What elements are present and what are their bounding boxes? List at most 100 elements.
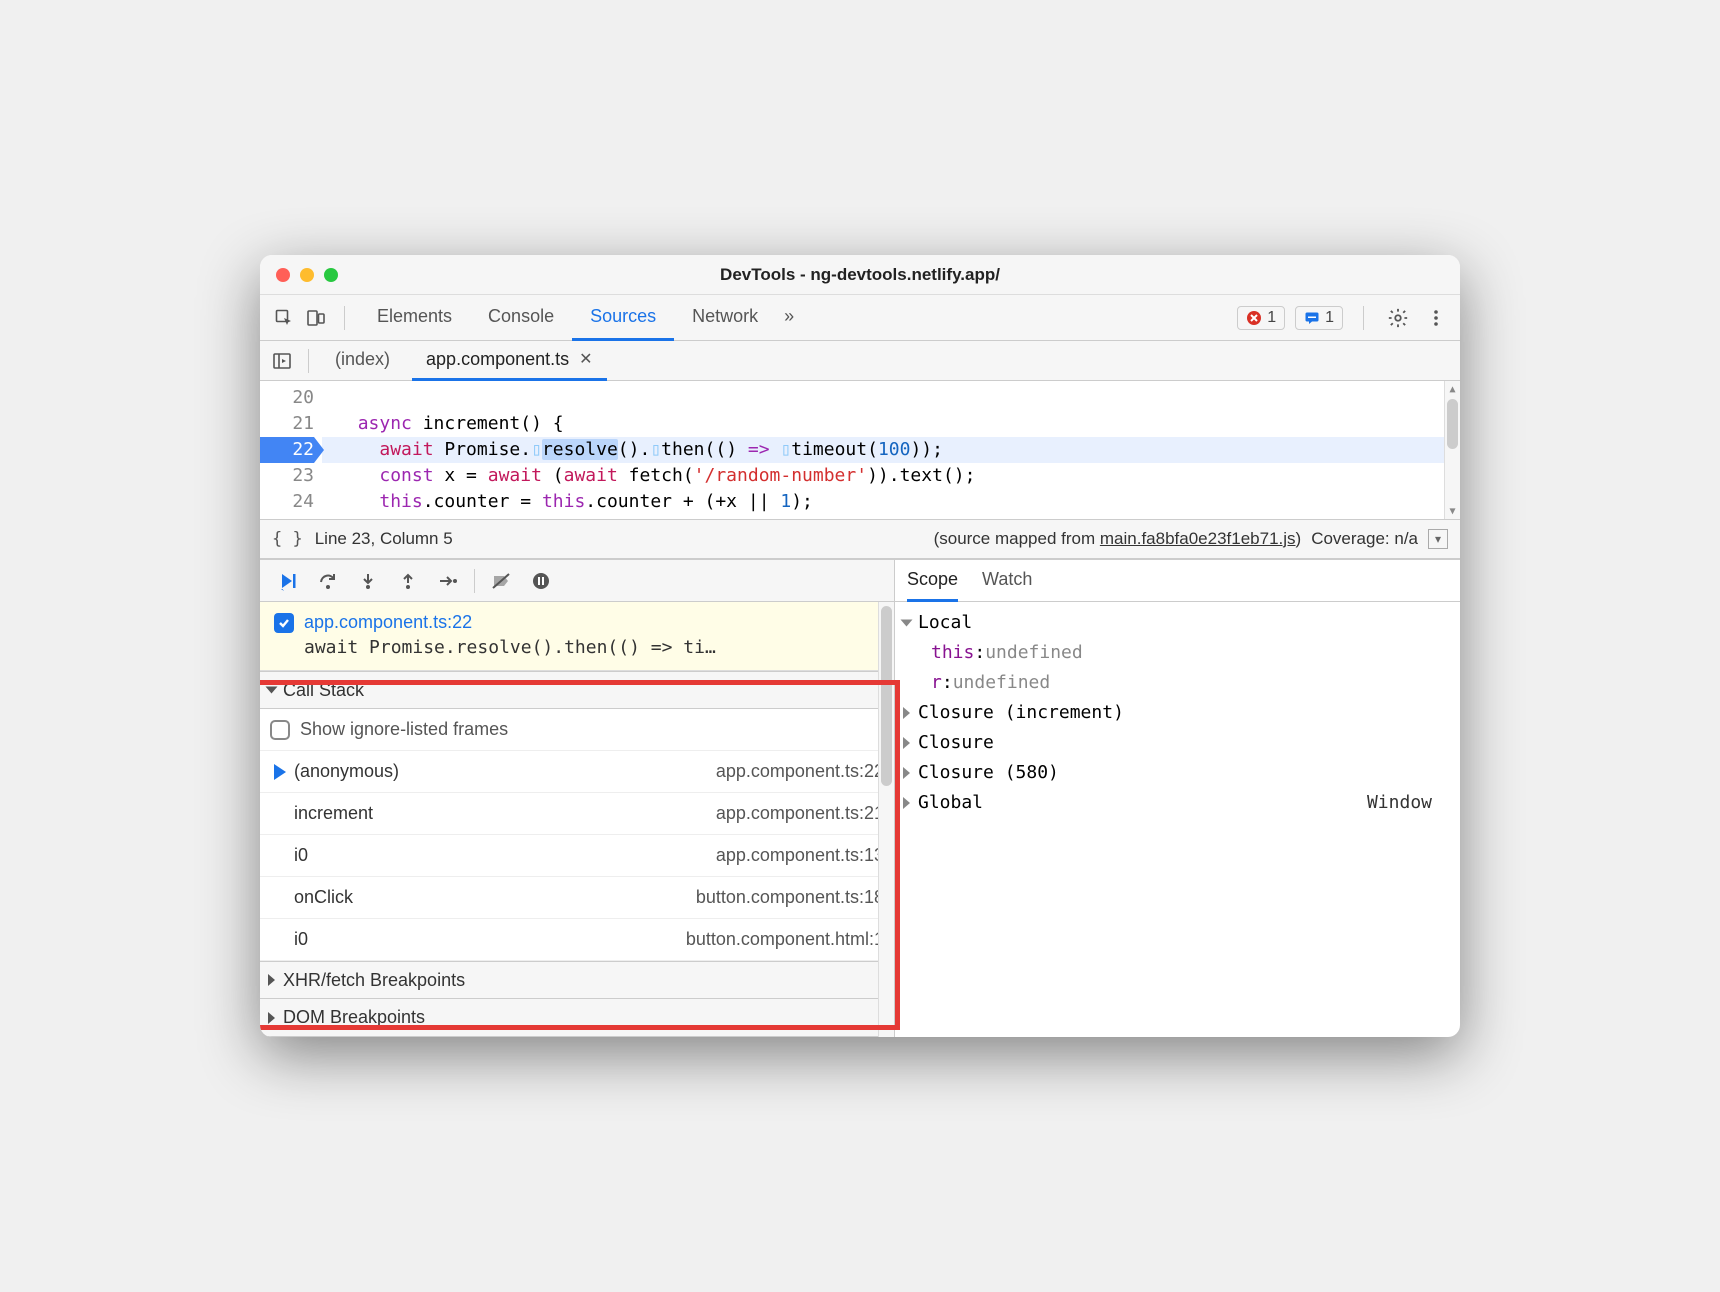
resume-button[interactable] [268,560,308,602]
scroll-down-icon[interactable]: ▼ [1445,503,1460,519]
scope-group[interactable]: GlobalWindow [903,788,1452,818]
expand-statusbar-icon[interactable]: ▾ [1428,529,1448,549]
scope-key: r [931,668,942,698]
step-out-button[interactable] [388,560,428,602]
line-number[interactable]: 24 [260,489,314,515]
minimize-window-button[interactable] [300,268,314,282]
scope-label: Closure [918,728,994,758]
frame-location: button.component.ts:18 [696,887,884,908]
file-tab-label: (index) [335,349,390,370]
scope-label: Closure (580) [918,758,1059,788]
debugger-right-pane: Scope Watch Localthis: undefinedr: undef… [895,560,1460,1037]
step-button[interactable] [428,560,468,602]
frame-name: increment [294,803,716,824]
tabs-overflow-icon[interactable]: » [776,295,802,341]
call-stack-frame[interactable]: i0button.component.html:1 [260,919,894,961]
coverage-label: Coverage: n/a [1311,529,1418,549]
scope-property[interactable]: this: undefined [903,638,1452,668]
pretty-print-icon[interactable]: { } [272,529,303,549]
traffic-lights [260,268,338,282]
scope-label: Closure (increment) [918,698,1124,728]
deactivate-breakpoints-button[interactable] [481,560,521,602]
xhr-breakpoints-header[interactable]: XHR/fetch Breakpoints [260,961,894,999]
file-tab-index[interactable]: (index) [321,341,404,381]
paused-location[interactable]: app.component.ts:22 [304,612,472,633]
main-toolbar: Elements Console Sources Network » 1 1 [260,295,1460,341]
call-stack-frame[interactable]: incrementapp.component.ts:21 [260,793,894,835]
code-line[interactable]: const x = await (await fetch('/random-nu… [322,463,1460,489]
file-tab-app-component[interactable]: app.component.ts ✕ [412,341,607,381]
debugger: app.component.ts:22 await Promise.resolv… [260,559,1460,1037]
scope-group[interactable]: Closure (580) [903,758,1452,788]
device-toggle-icon[interactable] [302,304,330,332]
window-title: DevTools - ng-devtools.netlify.app/ [260,265,1460,285]
line-number[interactable]: 21 [260,411,314,437]
dom-breakpoints-header[interactable]: DOM Breakpoints [260,999,894,1037]
titlebar: DevTools - ng-devtools.netlify.app/ [260,255,1460,295]
code-line[interactable] [322,385,1460,411]
call-stack-section: Call Stack Show ignore-listed frames (an… [260,671,894,961]
tab-sources[interactable]: Sources [572,295,674,341]
devtools-window: DevTools - ng-devtools.netlify.app/ Elem… [260,255,1460,1037]
scroll-up-icon[interactable]: ▲ [1445,381,1460,397]
code-editor[interactable]: 2021222324 async increment() { await Pro… [260,381,1460,519]
disclosure-triangle-icon [266,687,278,694]
show-ignored-label: Show ignore-listed frames [300,719,508,740]
tab-console[interactable]: Console [470,295,572,341]
navigator-toggle-icon[interactable] [268,347,296,375]
source-map-link[interactable]: main.fa8bfa0e23f1eb71.js [1100,529,1296,548]
frame-name: i0 [294,929,686,950]
frame-location: app.component.ts:21 [716,803,884,824]
code-line[interactable]: await Promise.▯resolve().▯then(() => ▯ti… [322,437,1460,463]
scope-group[interactable]: Closure (increment) [903,698,1452,728]
more-menu-icon[interactable] [1422,304,1450,332]
left-pane-scrollbar[interactable] [878,602,894,1037]
line-gutter[interactable]: 2021222324 [260,381,322,519]
inspect-element-icon[interactable] [270,304,298,332]
disclosure-triangle-icon [268,974,275,986]
scope-group[interactable]: Local [903,608,1452,638]
pause-on-exceptions-button[interactable] [521,560,561,602]
call-stack-frame[interactable]: onClickbutton.component.ts:18 [260,877,894,919]
close-window-button[interactable] [276,268,290,282]
scope-property[interactable]: r: undefined [903,668,1452,698]
line-number[interactable]: 23 [260,463,314,489]
call-stack-frame[interactable]: (anonymous)app.component.ts:22 [260,751,894,793]
scroll-thumb[interactable] [881,606,892,786]
close-tab-icon[interactable]: ✕ [579,349,592,369]
show-ignored-checkbox[interactable] [270,720,290,740]
code-line[interactable]: async increment() { [322,411,1460,437]
step-over-button[interactable] [308,560,348,602]
show-ignored-frames-row[interactable]: Show ignore-listed frames [260,709,894,751]
section-title: DOM Breakpoints [283,1007,425,1028]
errors-pill[interactable]: 1 [1237,306,1285,330]
code-line[interactable]: this.counter = this.counter + (+x || 1); [322,489,1460,515]
call-stack-header[interactable]: Call Stack [260,671,894,709]
disclosure-triangle-icon [901,620,913,627]
scope-tab[interactable]: Scope [907,560,958,602]
code-lines: async increment() { await Promise.▯resol… [322,381,1460,519]
debugger-left-pane: app.component.ts:22 await Promise.resolv… [260,560,895,1037]
settings-gear-icon[interactable] [1384,304,1412,332]
scope-label: Global [918,788,983,818]
scope-watch-tabs: Scope Watch [895,560,1460,602]
fullscreen-window-button[interactable] [324,268,338,282]
scope-group[interactable]: Closure [903,728,1452,758]
breakpoint-checkbox[interactable] [274,613,294,633]
disclosure-triangle-icon [903,797,910,809]
line-number[interactable]: 22 [260,437,314,463]
tab-elements[interactable]: Elements [359,295,470,341]
section-title: XHR/fetch Breakpoints [283,970,465,991]
issues-pill[interactable]: 1 [1295,306,1343,330]
disclosure-triangle-icon [268,1012,275,1024]
watch-tab[interactable]: Watch [982,560,1032,602]
editor-scrollbar[interactable]: ▲ ▼ [1444,381,1460,519]
scroll-thumb[interactable] [1447,399,1458,449]
tab-network[interactable]: Network [674,295,776,341]
step-into-button[interactable] [348,560,388,602]
toolbar-right: 1 1 [1237,304,1450,332]
line-number[interactable]: 20 [260,385,314,411]
frame-name: i0 [294,845,716,866]
issue-count: 1 [1325,309,1334,327]
call-stack-frame[interactable]: i0app.component.ts:13 [260,835,894,877]
